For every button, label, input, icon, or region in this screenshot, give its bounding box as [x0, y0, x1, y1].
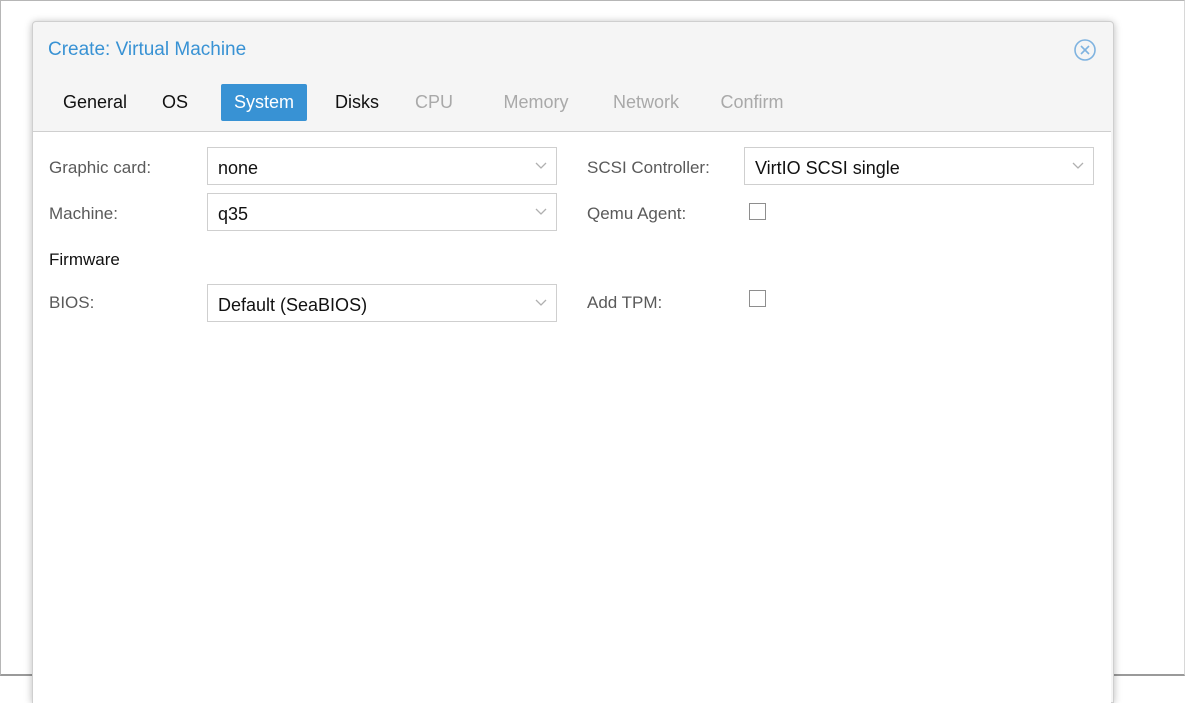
chevron-down-icon	[535, 162, 547, 169]
chevron-down-icon	[1072, 162, 1084, 169]
bios-select[interactable]: Default (SeaBIOS)	[207, 284, 557, 322]
tab-confirm: Confirm	[720, 92, 784, 112]
bios-label: BIOS:	[49, 293, 95, 312]
chevron-down-icon	[535, 208, 547, 215]
tab-general[interactable]: General	[49, 84, 141, 121]
scsi-controller-select[interactable]: VirtIO SCSI single	[744, 147, 1094, 185]
chevron-down-icon	[535, 299, 547, 306]
machine-label: Machine:	[49, 204, 118, 223]
graphic-card-select[interactable]: none	[207, 147, 557, 185]
add-tpm-checkbox[interactable]	[749, 290, 766, 307]
close-button[interactable]	[1073, 38, 1097, 62]
tab-system[interactable]: System	[221, 84, 307, 121]
scsi-controller-label: SCSI Controller:	[587, 158, 710, 177]
machine-select[interactable]: q35	[207, 193, 557, 231]
scsi-controller-value: VirtIO SCSI single	[755, 158, 900, 178]
tab-cpu: CPU	[414, 92, 453, 112]
create-vm-dialog: Create: Virtual Machine General OS Syste…	[32, 21, 1114, 703]
circle-x-icon	[1074, 39, 1096, 61]
system-panel: Graphic card: none Machine: q35 Firmware…	[33, 131, 1111, 703]
tab-memory: Memory	[503, 92, 569, 112]
bios-value: Default (SeaBIOS)	[218, 295, 368, 315]
firmware-section-label: Firmware	[49, 250, 120, 269]
tab-disks[interactable]: Disks	[325, 84, 389, 121]
graphic-card-value: none	[218, 158, 259, 178]
qemu-agent-checkbox[interactable]	[749, 203, 766, 220]
tab-network: Network	[612, 92, 679, 112]
add-tpm-label: Add TPM:	[587, 293, 663, 312]
machine-value: q35	[218, 204, 249, 224]
dialog-title: Create: Virtual Machine	[48, 39, 247, 60]
graphic-card-label: Graphic card:	[49, 158, 152, 177]
tab-os[interactable]: OS	[153, 84, 197, 121]
qemu-agent-label: Qemu Agent:	[587, 204, 687, 223]
